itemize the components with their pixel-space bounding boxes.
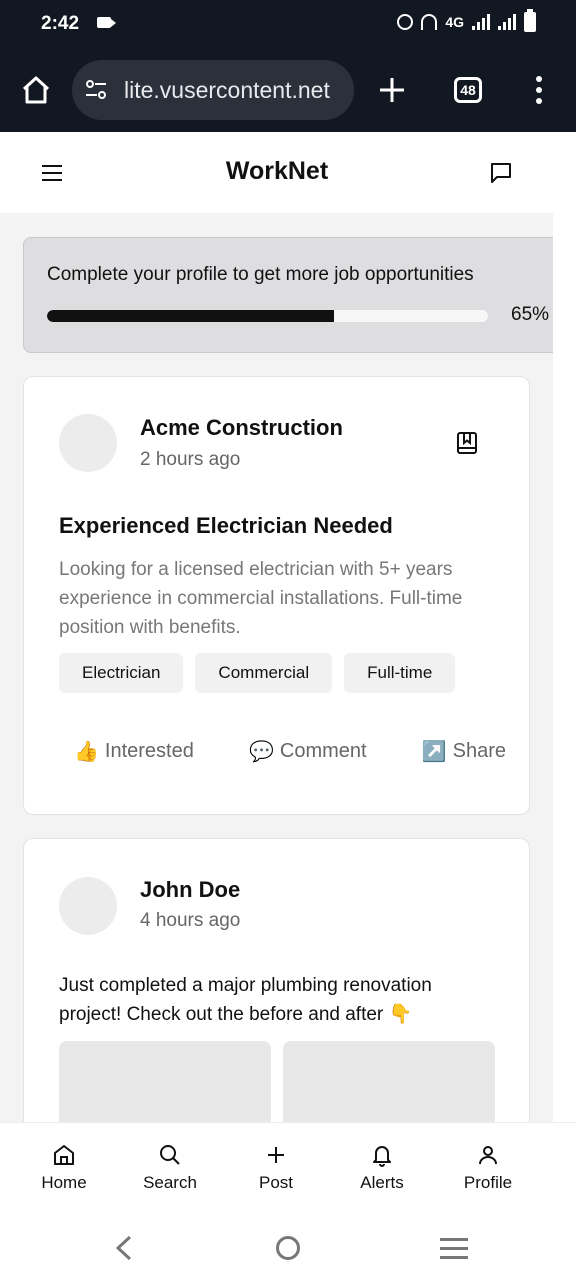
profile-progress-bar <box>47 310 488 322</box>
share-button[interactable]: ↗️ Share <box>422 739 506 764</box>
nav-search[interactable]: Search <box>125 1143 215 1193</box>
tag-full-time[interactable]: Full-time <box>344 653 456 693</box>
status-time: 2:42 <box>41 13 80 34</box>
system-home-icon[interactable] <box>276 1236 300 1260</box>
nav-home[interactable]: Home <box>19 1143 109 1193</box>
profile-completion-text: Complete your profile to get more job op… <box>47 264 474 285</box>
tag-commercial[interactable]: Commercial <box>195 653 333 693</box>
site-settings-icon[interactable] <box>84 78 108 102</box>
nav-home-label: Home <box>41 1173 87 1192</box>
nav-alerts[interactable]: Alerts <box>337 1143 427 1193</box>
comment-button[interactable]: 💬 Comment <box>249 739 367 764</box>
bell-icon <box>373 1146 391 1167</box>
nav-profile[interactable]: Profile <box>443 1143 533 1193</box>
screen-record-icon <box>97 17 116 28</box>
recent-apps-icon[interactable] <box>440 1238 468 1265</box>
browser-menu-icon[interactable] <box>536 76 544 104</box>
nav-alerts-label: Alerts <box>360 1173 404 1192</box>
battery-icon <box>524 9 536 32</box>
new-tab-icon[interactable] <box>376 74 408 106</box>
alarm-icon <box>397 14 414 30</box>
network-type: 4G <box>445 14 464 30</box>
url-text: lite.vusercontent.net <box>124 77 330 103</box>
nav-search-label: Search <box>143 1173 197 1192</box>
feed[interactable]: Complete your profile to get more job op… <box>0 213 553 1123</box>
search-icon <box>160 1145 180 1165</box>
messages-icon[interactable] <box>489 161 513 185</box>
interested-button[interactable]: 👍 Interested <box>74 739 194 764</box>
tag-electrician[interactable]: Electrician <box>59 653 184 693</box>
profile-progress-label: 65% <box>511 304 550 325</box>
status-bar: 2:42 4G <box>0 0 576 48</box>
app-title: WorkNet <box>225 157 329 185</box>
share-arrow-icon: ↗️ <box>421 741 447 763</box>
thumbs-up-icon: 👍 <box>74 741 99 763</box>
share-label: Share <box>452 740 506 762</box>
browser-home-icon[interactable] <box>20 74 52 106</box>
back-icon[interactable] <box>112 1234 136 1262</box>
post-text: Just completed a major plumbing renovati… <box>59 975 432 1025</box>
user-post-card[interactable]: John Doe 4 hours ago Just completed a ma… <box>23 838 530 1123</box>
job-tags: Electrician Commercial Full-time <box>59 653 456 693</box>
interested-label: Interested <box>104 740 194 762</box>
signal-icon <box>472 14 490 30</box>
post-actions: 👍 Interested 💬 Comment ↗️ Share <box>74 739 506 764</box>
nav-post-label: Post <box>258 1173 294 1192</box>
post-time: 4 hours ago <box>140 910 241 931</box>
hotspot-icon <box>421 14 438 30</box>
profile-progress-fill <box>47 310 334 322</box>
tab-switcher-button[interactable]: 48 <box>454 77 482 103</box>
app-header: WorkNet <box>0 133 576 213</box>
comment-label: Comment <box>279 740 367 762</box>
job-post-card[interactable]: Acme Construction 2 hours ago Experience… <box>23 376 530 815</box>
avatar[interactable] <box>59 414 117 472</box>
nav-profile-label: Profile <box>463 1173 513 1192</box>
post-time: 2 hours ago <box>140 449 241 470</box>
poster-name[interactable]: Acme Construction <box>140 415 343 441</box>
home-icon <box>54 1145 74 1165</box>
status-icons: 4G <box>397 9 536 32</box>
browser-toolbar: lite.vusercontent.net 48 <box>0 48 576 132</box>
avatar[interactable] <box>59 877 117 935</box>
bookmark-icon[interactable] <box>456 431 478 455</box>
poster-name[interactable]: John Doe <box>140 877 240 903</box>
speech-bubble-icon: 💬 <box>248 741 274 763</box>
post-image-after[interactable] <box>283 1041 495 1123</box>
job-description: Looking for a licensed electrician with … <box>59 559 463 638</box>
signal-icon-2 <box>498 14 516 30</box>
user-icon <box>479 1146 497 1165</box>
profile-completion-banner[interactable]: Complete your profile to get more job op… <box>23 237 553 353</box>
system-nav-bar <box>0 1218 576 1280</box>
bottom-nav: Home Search Post Alerts Profile <box>0 1122 576 1218</box>
nav-post[interactable]: Post <box>231 1143 321 1193</box>
job-title[interactable]: Experienced Electrician Needed <box>59 513 393 539</box>
plus-icon <box>268 1147 284 1163</box>
post-image-before[interactable] <box>59 1041 271 1123</box>
address-bar[interactable]: lite.vusercontent.net <box>72 60 354 120</box>
